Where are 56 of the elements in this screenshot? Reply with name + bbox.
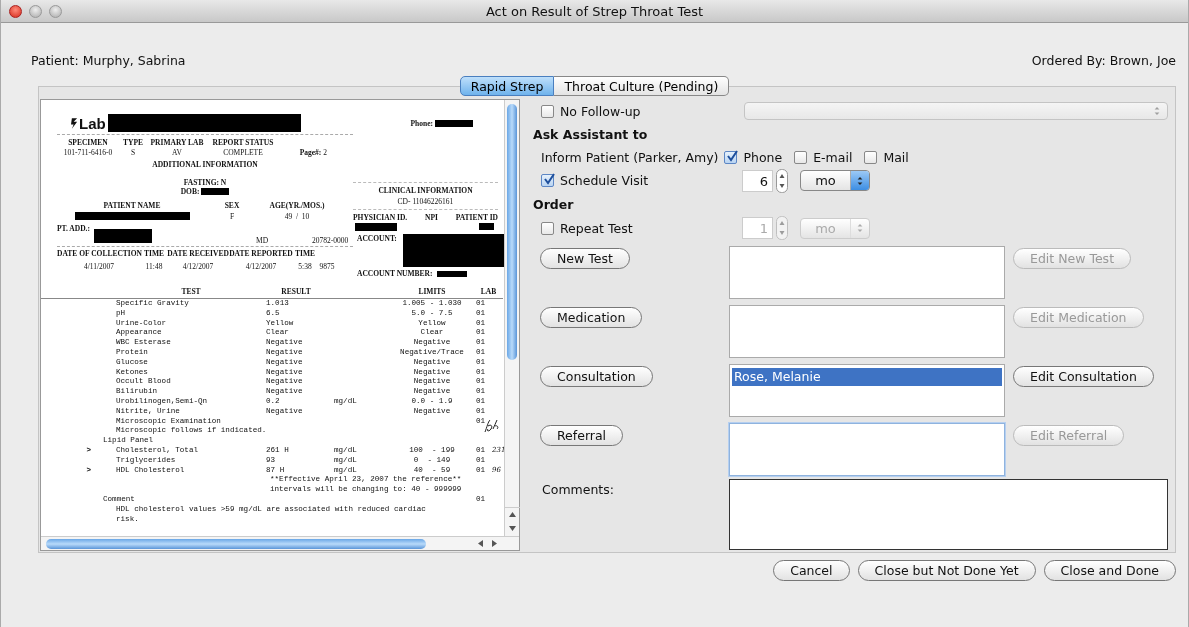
dialog-button[interactable]: Close but Not Done Yet: [857, 560, 1036, 581]
lab-logo: Lab: [71, 114, 106, 132]
list-box[interactable]: [729, 305, 1005, 358]
tab[interactable]: Rapid Strep: [459, 76, 555, 96]
close-button[interactable]: [9, 4, 22, 18]
redaction-bar: [94, 229, 152, 243]
checkbox[interactable]: [541, 221, 554, 235]
zoom-button[interactable]: [49, 4, 62, 18]
checkbox[interactable]: [724, 150, 738, 164]
checkbox[interactable]: [864, 150, 878, 164]
tab[interactable]: Throat Culture (Pending): [554, 76, 730, 96]
checkbox-label: No Follow-up: [560, 103, 641, 119]
number-field[interactable]: 6: [742, 169, 773, 192]
comments-label: Comments:: [541, 482, 615, 497]
updown-arrows-icon: [856, 174, 864, 187]
section-heading: Ask Assistant to: [532, 126, 649, 144]
comments-field[interactable]: [729, 479, 1168, 550]
edit-button[interactable]: Edit Consultation: [1013, 366, 1154, 387]
checkbox-label: Schedule Visit: [560, 173, 649, 188]
dialog-button[interactable]: Close and Done: [1043, 560, 1176, 581]
checkbox[interactable]: [794, 150, 808, 164]
redaction-bar: [436, 270, 467, 277]
horizontal-scrollbar[interactable]: [41, 536, 519, 550]
redaction-bar: [479, 223, 494, 230]
redaction-bar: [435, 119, 473, 127]
updown-arrows-icon: [1153, 105, 1161, 117]
checkbox[interactable]: [541, 174, 554, 187]
scroll-thumb[interactable]: [507, 104, 517, 360]
vertical-scrollbar[interactable]: [504, 100, 519, 536]
patient-name: Patient: Murphy, Sabrina: [31, 53, 186, 70]
dialog-button[interactable]: Cancel: [773, 560, 850, 581]
checkbox-label: Mail: [883, 149, 909, 165]
inform-patient-label: Inform Patient (Parker, Amy): [541, 149, 719, 165]
action-button[interactable]: Referral: [540, 425, 624, 446]
checkbox[interactable]: [541, 104, 554, 118]
list-box[interactable]: [729, 246, 1005, 299]
logo-icon: [71, 116, 78, 130]
section-heading: Order: [532, 196, 575, 214]
action-button[interactable]: Medication: [540, 307, 643, 328]
action-button[interactable]: Consultation: [540, 366, 653, 387]
action-button[interactable]: New Test: [540, 248, 630, 269]
list-item[interactable]: Rose, Melanie: [732, 368, 1002, 386]
checkbox-label: Phone: [743, 149, 783, 165]
list-box[interactable]: Rose, Melanie: [729, 364, 1005, 417]
updown-arrows-icon: [856, 222, 864, 234]
checkbox-label: Repeat Test: [560, 220, 633, 236]
ordered-by: Ordered By: Brown, Joe: [1031, 53, 1176, 70]
checkbox-label: E-mail: [813, 149, 853, 165]
window-title: Act on Result of Strep Throat Test: [485, 3, 704, 19]
handwritten-scribble-drawing: [483, 418, 501, 434]
scroll-thumb[interactable]: [46, 538, 426, 549]
redaction-bar: [355, 223, 397, 231]
unit-dropdown[interactable]: mo: [800, 170, 870, 191]
minimize-button[interactable]: [29, 4, 42, 18]
redaction-bar: [201, 188, 230, 195]
stepper-icon[interactable]: [776, 168, 788, 193]
